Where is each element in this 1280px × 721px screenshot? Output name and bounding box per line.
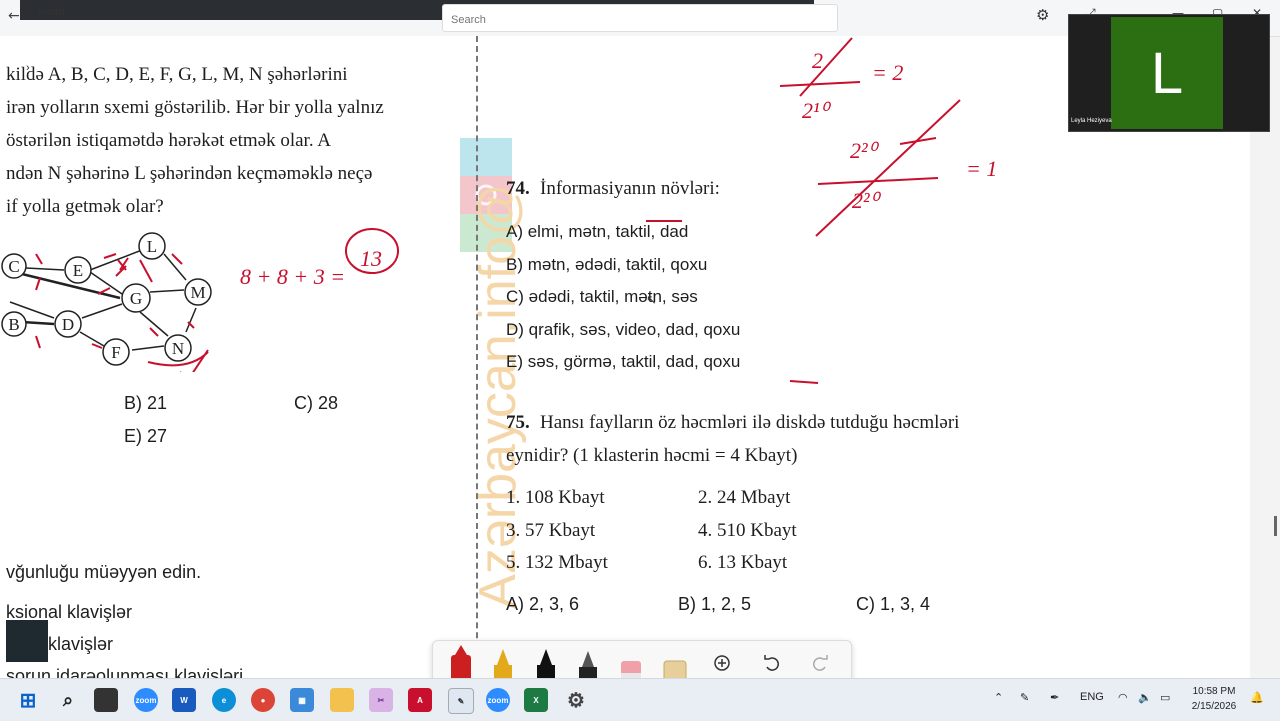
clock-date: 2/15/2026 <box>1191 701 1237 712</box>
task-view-icon[interactable] <box>94 688 118 712</box>
redo-icon[interactable] <box>813 655 828 671</box>
video-participant[interactable]: L Leyla Heziyeva <box>1068 14 1270 132</box>
ink-fraction-denominator: 2²⁰ <box>852 188 882 213</box>
red-marker-icon[interactable] <box>451 645 471 678</box>
control-panel-icon[interactable]: ▦ <box>290 688 314 712</box>
taskbar: ⊞ ⌕ zoom W e ● ▦ ✂ A ✎ zoom X ⚙ ⌃ ✎ ✒ EN… <box>0 678 1280 721</box>
gear-icon[interactable]: ⚙ <box>1036 6 1049 24</box>
avatar: L <box>1111 17 1223 129</box>
scrollbar-thumb[interactable] <box>1274 516 1277 536</box>
excel-icon[interactable]: X <box>524 688 548 712</box>
clock[interactable]: 10:58 PM 2/15/2026 <box>1188 684 1240 714</box>
document-title: sınaq <box>38 6 65 18</box>
acrobat-icon[interactable]: A <box>408 688 432 712</box>
ink-fraction-result: = 1 <box>966 156 997 181</box>
ink-fraction-numerator: 2²⁰ <box>850 138 880 163</box>
ink-fraction-result: = 2 <box>872 60 903 85</box>
ink-fraction-denominator: 2¹⁰ <box>802 98 832 123</box>
settings-icon[interactable]: ⚙ <box>564 688 588 712</box>
ink-fraction-numerator: 2 <box>812 48 823 73</box>
black-pen-icon[interactable] <box>537 649 555 678</box>
wifi-icon[interactable]: ◠ <box>1118 691 1128 704</box>
snipping-tool-icon[interactable]: ✂ <box>369 688 393 712</box>
dark-block <box>6 620 48 662</box>
language-indicator[interactable]: ENG <box>1080 691 1104 703</box>
document-page: Azərbaycan.info@ kildə A, B, C, D, E, F,… <box>0 36 1250 678</box>
edge-icon[interactable]: e <box>212 688 236 712</box>
file-explorer-icon[interactable] <box>330 688 354 712</box>
ruler-icon[interactable] <box>663 660 687 678</box>
back-arrow-icon[interactable]: ← <box>8 8 20 24</box>
undo-icon[interactable] <box>764 655 779 671</box>
search-box[interactable] <box>442 4 838 32</box>
notification-icon[interactable]: 🔔 <box>1250 691 1264 704</box>
paint-icon[interactable]: ✎ <box>448 688 474 714</box>
pencil-icon[interactable] <box>579 651 597 678</box>
eraser-icon[interactable] <box>621 661 641 678</box>
participant-name: Leyla Heziyeva <box>1071 118 1112 124</box>
ink-annotations: 8 + 8 + 3 = 13 2 2¹⁰ = 2 2²⁰ 2²⁰ = 1 <box>240 37 997 384</box>
cursor-icon: ↖ <box>646 292 657 307</box>
battery-icon[interactable]: ▭ <box>1160 691 1170 704</box>
ink-sum-result: 13 <box>360 246 382 271</box>
yellow-highlighter-icon[interactable] <box>494 649 512 678</box>
ink-sum: 8 + 8 + 3 = <box>240 264 345 289</box>
ink-toolbar <box>432 640 852 678</box>
zoom-icon[interactable]: zoom <box>134 688 158 712</box>
chevron-up-icon[interactable]: ⌃ <box>994 691 1003 704</box>
search-input[interactable] <box>449 13 813 27</box>
chrome-icon[interactable]: ● <box>251 688 275 712</box>
pen-tray-icon[interactable]: ✎ <box>1020 691 1029 704</box>
search-icon[interactable]: ⌕ <box>56 688 80 712</box>
pen-tray-icon[interactable]: ✒ <box>1050 691 1059 704</box>
volume-icon[interactable]: 🔈 <box>1138 691 1152 704</box>
start-icon[interactable]: ⊞ <box>16 688 40 712</box>
word-icon[interactable]: W <box>172 688 196 712</box>
clock-time: 10:58 PM <box>1192 686 1236 697</box>
zoom-meeting-icon[interactable]: zoom <box>486 688 510 712</box>
